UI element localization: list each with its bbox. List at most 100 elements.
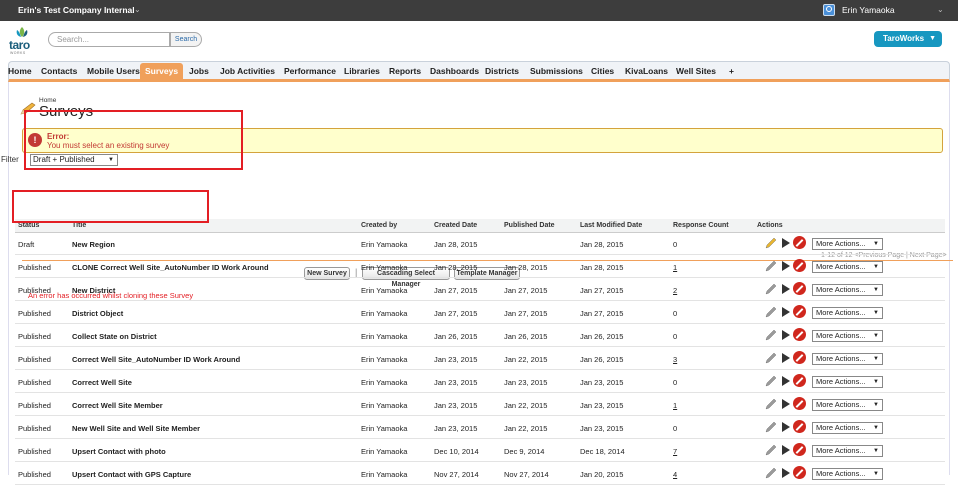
deactivate-icon[interactable] (793, 351, 806, 364)
column-header[interactable]: Response Count (673, 222, 729, 229)
tab-mobile-users[interactable]: Mobile Users (87, 66, 140, 76)
search-input[interactable]: Search... (48, 32, 170, 47)
chevron-down-icon[interactable]: ⌄ (134, 5, 141, 14)
survey-title-link[interactable]: Correct Well Site (72, 378, 132, 387)
edit-icon[interactable] (764, 305, 778, 319)
deactivate-icon[interactable] (793, 420, 806, 433)
tab-add[interactable]: + (729, 66, 734, 76)
play-icon[interactable] (782, 376, 790, 386)
deactivate-icon[interactable] (793, 397, 806, 410)
response-count-cell[interactable]: 7 (673, 447, 677, 456)
column-header[interactable]: Actions (757, 222, 783, 229)
response-count-cell[interactable]: 1 (673, 401, 677, 410)
edit-icon[interactable] (764, 443, 778, 457)
logo-subtext: WORKS (10, 51, 26, 55)
deactivate-icon[interactable] (793, 328, 806, 341)
deactivate-icon[interactable] (793, 374, 806, 387)
published-date-cell: Jan 22, 2015 (504, 355, 548, 364)
more-actions-select[interactable]: More Actions... ▼ (812, 261, 883, 273)
survey-title-link[interactable]: District Object (72, 309, 123, 318)
tab-dashboards[interactable]: Dashboards (430, 66, 479, 76)
edit-icon[interactable] (764, 397, 778, 411)
more-actions-select[interactable]: More Actions... ▼ (812, 376, 883, 388)
tab-home[interactable]: Home (8, 66, 32, 76)
modified-date-cell: Jan 27, 2015 (580, 286, 624, 295)
more-actions-select[interactable]: More Actions... ▼ (812, 238, 883, 250)
more-actions-select[interactable]: More Actions... ▼ (812, 284, 883, 296)
deactivate-icon[interactable] (793, 236, 806, 249)
user-name[interactable]: Erin Yamaoka (842, 5, 895, 15)
response-count-cell: 0 (673, 378, 678, 387)
tab-submissions[interactable]: Submissions (530, 66, 583, 76)
edit-icon[interactable] (764, 259, 778, 273)
survey-title-link[interactable]: Upsert Contact with photo (72, 447, 166, 456)
column-header[interactable]: Title (72, 222, 86, 229)
response-count-cell[interactable]: 2 (673, 286, 677, 295)
more-actions-label: More Actions... (816, 285, 866, 294)
tab-jobs[interactable]: Jobs (189, 66, 209, 76)
deactivate-icon[interactable] (793, 305, 806, 318)
deactivate-icon[interactable] (793, 259, 806, 272)
play-icon[interactable] (782, 422, 790, 432)
play-icon[interactable] (782, 330, 790, 340)
survey-title-link[interactable]: CLONE Correct Well Site_AutoNumber ID Wo… (72, 263, 269, 272)
tab-districts[interactable]: Districts (485, 66, 519, 76)
survey-title-link[interactable]: Correct Well Site_AutoNumber ID Work Aro… (72, 355, 240, 364)
deactivate-icon[interactable] (793, 443, 806, 456)
play-icon[interactable] (782, 284, 790, 294)
response-count-cell[interactable]: 1 (673, 263, 677, 272)
column-header[interactable]: Last Modified Date (580, 222, 642, 229)
play-icon[interactable] (782, 399, 790, 409)
published-date-cell: Jan 28, 2015 (504, 263, 548, 272)
more-actions-select[interactable]: More Actions... ▼ (812, 353, 883, 365)
tab-kivaloans[interactable]: KivaLoans (625, 66, 668, 76)
more-actions-select[interactable]: More Actions... ▼ (812, 307, 883, 319)
deactivate-icon[interactable] (793, 282, 806, 295)
edit-icon[interactable] (764, 374, 778, 388)
more-actions-select[interactable]: More Actions... ▼ (812, 445, 883, 457)
app-switcher-button[interactable]: TaroWorks ▼ (874, 31, 942, 47)
play-icon[interactable] (782, 353, 790, 363)
more-actions-select[interactable]: More Actions... ▼ (812, 422, 883, 434)
org-name[interactable]: Erin's Test Company Internal (18, 5, 135, 15)
response-count-cell[interactable]: 3 (673, 355, 677, 364)
column-header[interactable]: Created by (361, 222, 397, 229)
column-header[interactable]: Published Date (504, 222, 555, 229)
edit-icon[interactable] (764, 328, 778, 342)
survey-title-link[interactable]: Collect State on District (72, 332, 157, 341)
play-icon[interactable] (782, 307, 790, 317)
more-actions-select[interactable]: More Actions... ▼ (812, 399, 883, 411)
tab-contacts[interactable]: Contacts (41, 66, 77, 76)
avatar[interactable] (823, 4, 835, 16)
chevron-down-icon[interactable]: ⌄ (937, 5, 944, 14)
table-row: Published District Object Erin Yamaoka Jan … (15, 301, 945, 324)
survey-title-link[interactable]: New District (72, 286, 115, 295)
edit-icon[interactable] (764, 282, 778, 296)
more-actions-select[interactable]: More Actions... ▼ (812, 330, 883, 342)
deactivate-icon[interactable] (793, 466, 806, 479)
tab-libraries[interactable]: Libraries (344, 66, 380, 76)
survey-title-link[interactable]: New Region (72, 240, 115, 249)
tab-job-activities[interactable]: Job Activities (220, 66, 275, 76)
play-icon[interactable] (782, 468, 790, 478)
table-row: Published Collect State on District Erin Y… (15, 324, 945, 347)
tab-well-sites[interactable]: Well Sites (676, 66, 716, 76)
filter-label: Filter (1, 155, 19, 164)
tab-cities[interactable]: Cities (591, 66, 614, 76)
play-icon[interactable] (782, 238, 790, 248)
play-icon[interactable] (782, 445, 790, 455)
tab-surveys[interactable]: Surveys (140, 63, 184, 80)
survey-title-link[interactable]: New Well Site and Well Site Member (72, 424, 200, 433)
edit-icon[interactable] (764, 466, 778, 480)
survey-title-link[interactable]: Correct Well Site Member (72, 401, 163, 410)
play-icon[interactable] (782, 261, 790, 271)
edit-icon[interactable] (764, 236, 778, 250)
tab-reports[interactable]: Reports (389, 66, 421, 76)
more-actions-select[interactable]: More Actions... ▼ (812, 468, 883, 480)
edit-icon[interactable] (764, 351, 778, 365)
column-header[interactable]: Status (18, 222, 39, 229)
search-button[interactable]: Search (170, 32, 202, 47)
column-header[interactable]: Created Date (434, 222, 477, 229)
edit-icon[interactable] (764, 420, 778, 434)
tab-performance[interactable]: Performance (284, 66, 336, 76)
